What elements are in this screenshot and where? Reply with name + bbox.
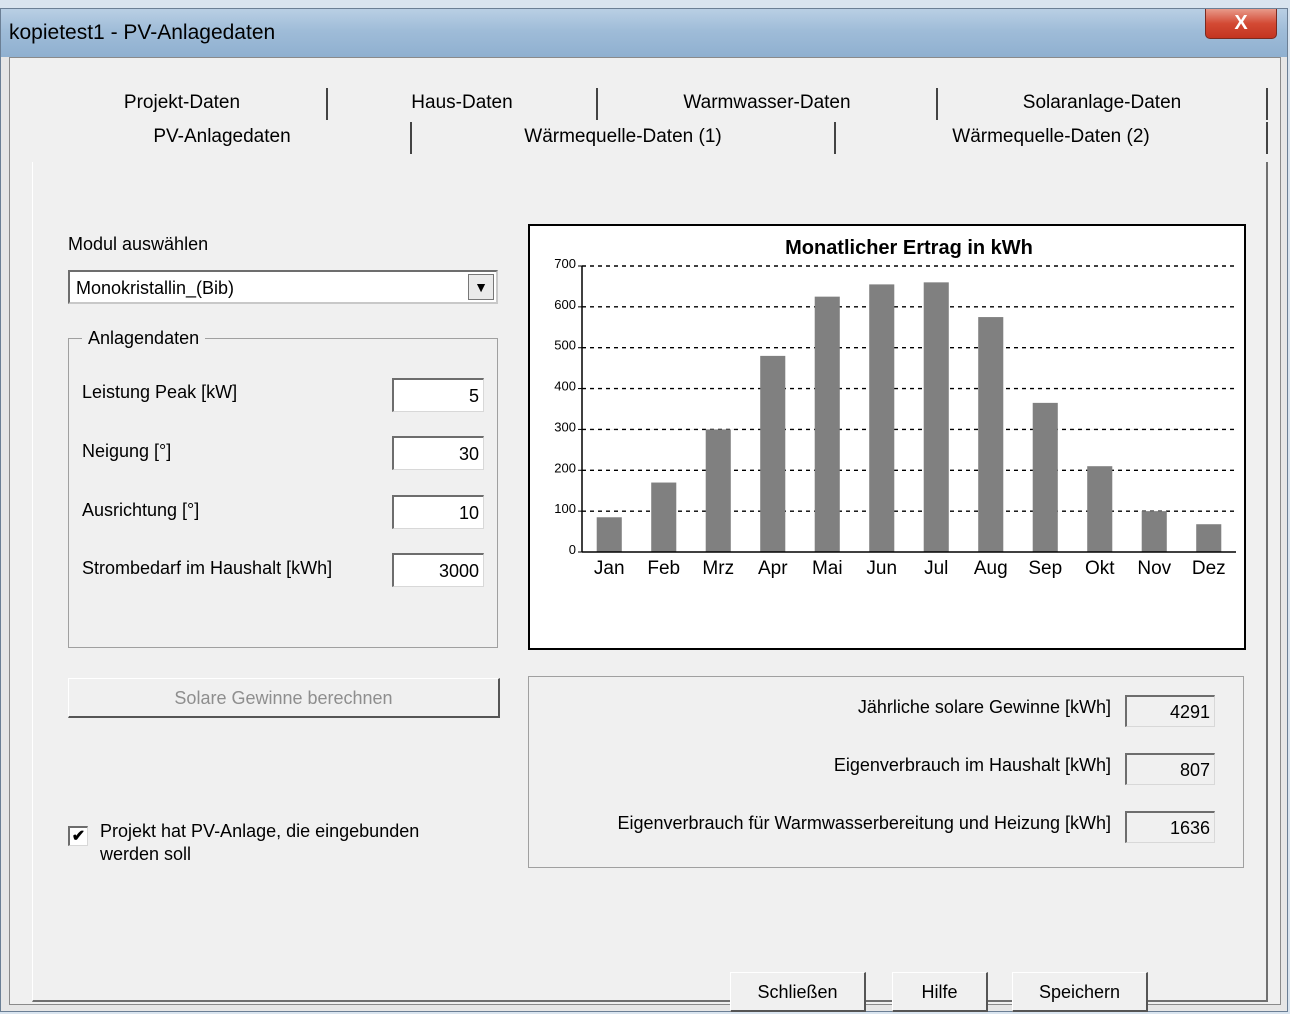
- bar-dez: [1196, 524, 1222, 552]
- module-select-value: Monokristallin_(Bib): [76, 278, 235, 298]
- x-tick-label: Okt: [1085, 558, 1115, 579]
- x-tick-label: Jan: [594, 558, 625, 579]
- tab-haus-daten[interactable]: Haus-Daten: [328, 88, 598, 120]
- leistung-peak-label: Leistung Peak [kW]: [82, 382, 238, 402]
- calculate-solar-gains-button[interactable]: Solare Gewinne berechnen: [68, 678, 500, 718]
- x-tick-label: Jul: [924, 558, 948, 579]
- household-consumption-label: Eigenverbrauch im Haushalt [kWh]: [833, 755, 1111, 775]
- annual-gains-value: 4291: [1125, 695, 1215, 727]
- leistung-peak-input[interactable]: 5: [392, 378, 484, 412]
- tab-projekt-daten[interactable]: Projekt-Daten: [38, 88, 328, 120]
- dialog-window: kopietest1 - PV-Anlagedaten X Projekt-Da…: [0, 8, 1288, 1012]
- bar-aug: [978, 317, 1004, 552]
- pv-checkbox[interactable]: ✔: [68, 826, 88, 846]
- bar-jun: [869, 284, 895, 552]
- pv-checkbox-label-line2: werden soll: [100, 844, 192, 864]
- bar-nov: [1141, 511, 1167, 552]
- anlagendaten-legend: Anlagendaten: [82, 328, 206, 349]
- bar-okt: [1087, 466, 1113, 552]
- tab-waermequelle-daten-2[interactable]: Wärmequelle-Daten (2): [836, 122, 1268, 154]
- close-button[interactable]: Schließen: [730, 972, 866, 1012]
- y-tick-label: 300: [554, 419, 576, 434]
- save-button[interactable]: Speichern: [1012, 972, 1148, 1012]
- monthly-yield-chart: Monatlicher Ertrag in kWh 0 100 200 300 400 50…: [528, 224, 1246, 650]
- y-tick-label: 0: [569, 542, 576, 557]
- y-tick-label: 100: [554, 501, 576, 516]
- annual-gains-label: Jährliche solare Gewinne [kWh]: [857, 697, 1111, 717]
- close-window-button[interactable]: X: [1205, 9, 1277, 39]
- neigung-label: Neigung [°]: [82, 441, 172, 461]
- tab-label: PV-Anlagedaten: [153, 126, 291, 147]
- help-button[interactable]: Hilfe: [892, 972, 988, 1012]
- pv-checkbox-label-line1: Projekt hat PV-Anlage, die eingebunden: [100, 821, 420, 841]
- heating-consumption-value: 1636: [1125, 811, 1215, 843]
- bar-mai: [814, 296, 840, 552]
- tab-label: Projekt-Daten: [123, 92, 241, 113]
- results-group: Jährliche solare Gewinne [kWh] 4291 Eige…: [528, 676, 1244, 868]
- tab-label: Haus-Daten: [411, 92, 513, 113]
- x-tick-label: Apr: [758, 558, 788, 579]
- title-bar[interactable]: kopietest1 - PV-Anlagedaten: [1, 9, 1287, 57]
- tab-warmwasser-daten[interactable]: Warmwasser-Daten: [598, 88, 938, 120]
- x-tick-label: Feb: [647, 558, 680, 579]
- tab-solaranlage-daten[interactable]: Solaranlage-Daten: [938, 88, 1268, 120]
- tab-waermequelle-daten-1[interactable]: Wärmequelle-Daten (1): [412, 122, 836, 154]
- chart-svg: Monatlicher Ertrag in kWh 0 100 200 300 400 50…: [554, 237, 1236, 579]
- y-tick-label: 200: [554, 460, 576, 475]
- household-consumption-value: 807: [1125, 753, 1215, 785]
- x-tick-label: Dez: [1192, 558, 1226, 579]
- tab-label: Wärmequelle-Daten (2): [952, 126, 1150, 147]
- heating-consumption-label: Eigenverbrauch für Warmwasserbereitung u…: [617, 813, 1111, 833]
- y-tick-label: 400: [554, 379, 576, 394]
- tab-label: Warmwasser-Daten: [683, 92, 851, 113]
- x-tick-label: Sep: [1028, 558, 1062, 579]
- tab-label: Wärmequelle-Daten (1): [524, 126, 722, 147]
- x-tick-label: Mrz: [702, 558, 734, 579]
- x-tick-label: Nov: [1137, 558, 1171, 579]
- module-label: Modul auswählen: [68, 234, 209, 254]
- bar-mrz: [705, 429, 731, 552]
- chart-title: Monatlicher Ertrag in kWh: [785, 237, 1033, 259]
- tab-row-1: Projekt-Daten Haus-Daten Warmwasser-Date…: [38, 88, 1268, 120]
- tab-label: Solaranlage-Daten: [1022, 92, 1182, 113]
- bar-jan: [596, 517, 622, 552]
- bar-feb: [651, 482, 677, 552]
- tab-pv-anlagedaten[interactable]: PV-Anlagedaten: [34, 122, 412, 154]
- ausrichtung-label: Ausrichtung [°]: [82, 500, 200, 520]
- window-title: kopietest1 - PV-Anlagedaten: [9, 21, 276, 44]
- y-tick-label: 500: [554, 338, 576, 353]
- bar-jul: [923, 282, 949, 552]
- y-tick-label: 600: [554, 297, 576, 312]
- bar-sep: [1032, 402, 1058, 552]
- chevron-down-icon[interactable]: ▼: [468, 274, 494, 300]
- tab-row-2: PV-Anlagedaten Wärmequelle-Daten (1) Wär…: [34, 122, 1268, 154]
- dialog-client: Projekt-Daten Haus-Daten Warmwasser-Date…: [9, 57, 1281, 1012]
- y-tick-label: 700: [554, 256, 576, 271]
- module-select[interactable]: Monokristallin_(Bib) ▼: [68, 270, 498, 304]
- x-tick-label: Mai: [812, 558, 843, 579]
- x-tick-label: Jun: [866, 558, 897, 579]
- ausrichtung-input[interactable]: 10: [392, 495, 484, 529]
- bar-apr: [760, 355, 786, 552]
- strombedarf-input[interactable]: 3000: [392, 553, 484, 587]
- neigung-input[interactable]: 30: [392, 436, 484, 470]
- pv-checkbox-label[interactable]: Projekt hat PV-Anlage, die eingebunden w…: [100, 820, 419, 866]
- strombedarf-label: Strombedarf im Haushalt [kWh]: [82, 558, 333, 578]
- x-tick-label: Aug: [974, 558, 1008, 579]
- checkmark-icon: ✔: [71, 828, 86, 845]
